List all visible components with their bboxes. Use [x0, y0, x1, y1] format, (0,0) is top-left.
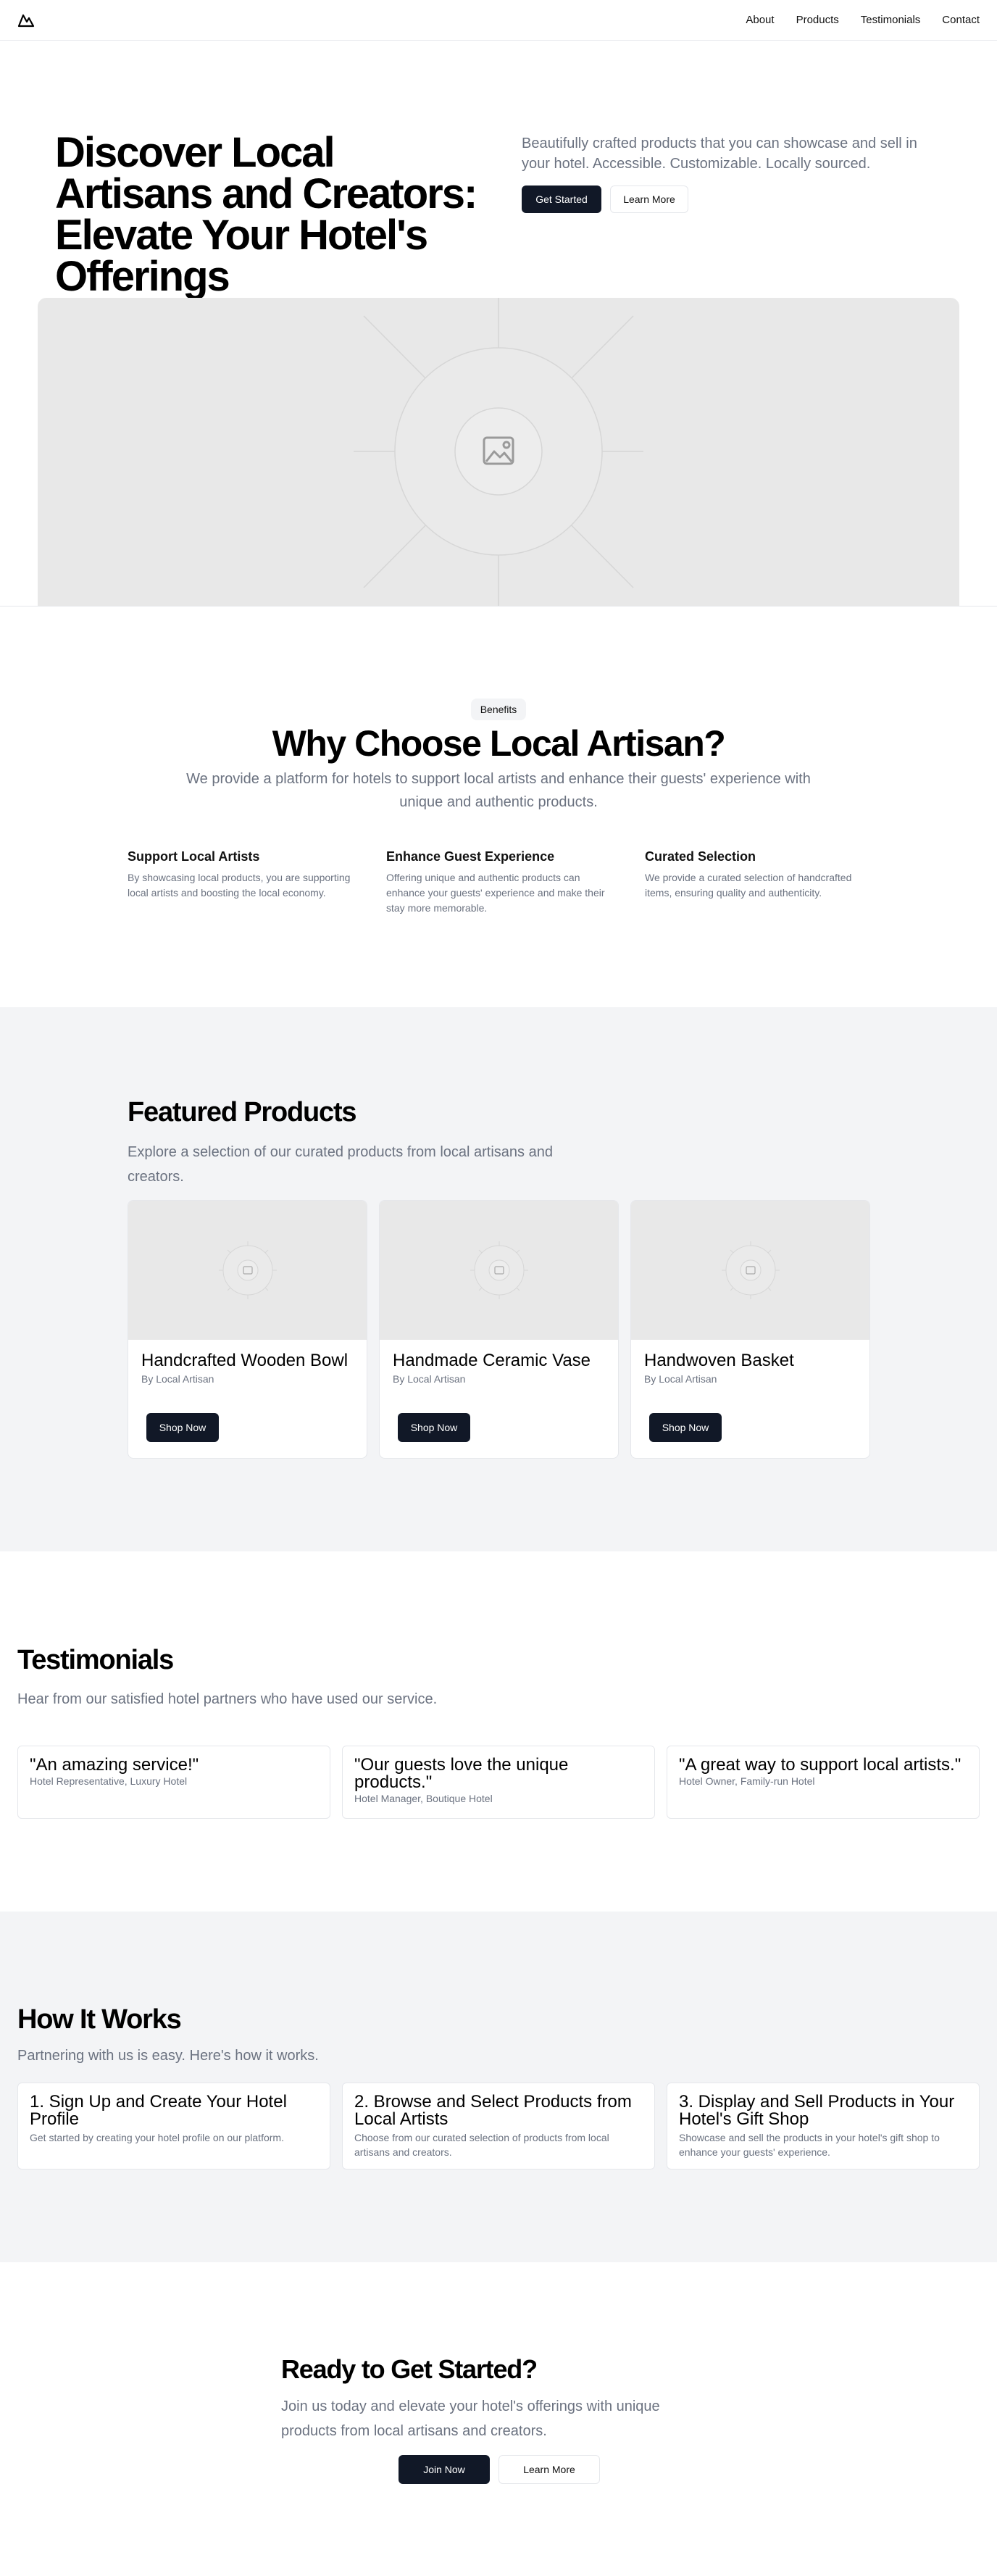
- step-text: Choose from our curated selection of pro…: [354, 2132, 609, 2158]
- product-name: Handwoven Basket: [644, 1351, 794, 1370]
- cta-buttons: Join Now Learn More: [399, 2455, 600, 2484]
- testimonial-quote: "A great way to support local artists.": [679, 1755, 961, 1775]
- product-name: Handmade Ceramic Vase: [393, 1351, 591, 1370]
- benefits-title: Why Choose Local Artisan?: [272, 723, 726, 764]
- testimonial-card: "A great way to support local artists." …: [667, 1746, 980, 1819]
- shop-now-button[interactable]: Shop Now: [398, 1413, 470, 1442]
- step-title: 2. Browse and Select Products from Local…: [354, 2092, 632, 2129]
- benefits-list: Support Local Artists By showcasing loca…: [128, 849, 869, 916]
- cta-learn-more-button[interactable]: Learn More: [498, 2455, 600, 2484]
- hero-image-placeholder: [38, 298, 959, 606]
- featured-subtitle: Explore a selection of our curated produ…: [128, 1144, 553, 1185]
- testimonials-subtitle: Hear from our satisfied hotel partners w…: [17, 1691, 438, 1707]
- product-list: Handcrafted Wooden Bowl By Local Artisan…: [128, 1200, 870, 1459]
- how-title: How It Works: [17, 2004, 182, 2035]
- step-text: Showcase and sell the products in your h…: [679, 2132, 940, 2158]
- benefits-badge: Benefits: [471, 699, 526, 720]
- testimonial-author: Hotel Owner, Family-run Hotel: [679, 1775, 815, 1787]
- how-subtitle: Partnering with us is easy. Here's how i…: [17, 2048, 319, 2064]
- product-image-placeholder: [380, 1201, 618, 1340]
- testimonials-title: Testimonials: [17, 1645, 174, 1675]
- testimonial-card: "An amazing service!" Hotel Representati…: [17, 1746, 330, 1819]
- step-card: 1. Sign Up and Create Your Hotel Profile…: [17, 2083, 330, 2169]
- benefit-title: Support Local Artists: [128, 849, 260, 864]
- testimonial-quote: "An amazing service!": [30, 1755, 199, 1775]
- get-started-button[interactable]: Get Started: [522, 186, 601, 213]
- benefit-text: By showcasing local products, you are su…: [128, 872, 351, 899]
- benefit-text: We provide a curated selection of handcr…: [645, 872, 852, 899]
- how-it-works-section: How It Works Partnering with us is easy.…: [0, 1912, 997, 2262]
- testimonial-quote: "Our guests love the unique products.": [354, 1755, 569, 1792]
- hero-title: Discover Local Artisans and Creators: El…: [55, 129, 477, 300]
- benefit-text: Offering unique and authentic products c…: [386, 872, 605, 914]
- step-card: 2. Browse and Select Products from Local…: [342, 2083, 655, 2169]
- cta-section: Ready to Get Started? Join us today and …: [0, 2262, 997, 2576]
- hero-buttons: Get Started Learn More: [522, 186, 688, 213]
- testimonials-section: Testimonials Hear from our satisfied hot…: [0, 1551, 997, 1912]
- image-placeholder-icon: [354, 298, 643, 606]
- shop-now-button[interactable]: Shop Now: [649, 1413, 722, 1442]
- benefit-item: Enhance Guest Experience Offering unique…: [386, 849, 610, 916]
- product-name: Handcrafted Wooden Bowl: [141, 1351, 349, 1370]
- product-artisan: By Local Artisan: [393, 1373, 466, 1385]
- hero-subtitle: Beautifully crafted products that you ca…: [522, 136, 917, 172]
- nav-link-products[interactable]: Products: [796, 14, 839, 26]
- step-title: 1. Sign Up and Create Your Hotel Profile: [30, 2092, 287, 2129]
- page: About Products Testimonials Contact Disc…: [0, 0, 997, 2576]
- learn-more-button[interactable]: Learn More: [610, 186, 688, 213]
- benefit-title: Curated Selection: [645, 849, 756, 864]
- nav-link-contact[interactable]: Contact: [942, 14, 980, 26]
- mountain-logo-icon: [17, 14, 35, 27]
- featured-title: Featured Products: [128, 1097, 357, 1127]
- product-card: Handcrafted Wooden Bowl By Local Artisan…: [128, 1200, 367, 1459]
- nav-links: About Products Testimonials Contact: [746, 14, 980, 26]
- benefits-subtitle: We provide a platform for hotels to supp…: [186, 771, 811, 810]
- featured-products-section: Featured Products Explore a selection of…: [0, 1007, 997, 1551]
- image-placeholder-icon: [722, 1241, 780, 1299]
- product-card: Handmade Ceramic Vase By Local Artisan S…: [379, 1200, 619, 1459]
- step-text: Get started by creating your hotel profi…: [30, 2132, 284, 2143]
- nav-link-testimonials[interactable]: Testimonials: [861, 14, 921, 26]
- product-artisan: By Local Artisan: [141, 1373, 214, 1385]
- testimonial-list: "An amazing service!" Hotel Representati…: [17, 1746, 980, 1819]
- product-image-placeholder: [631, 1201, 869, 1340]
- product-image-placeholder: [128, 1201, 367, 1340]
- step-card: 3. Display and Sell Products in Your Hot…: [667, 2083, 980, 2169]
- product-card: Handwoven Basket By Local Artisan Shop N…: [630, 1200, 870, 1459]
- benefit-item: Curated Selection We provide a curated s…: [645, 849, 869, 916]
- product-artisan: By Local Artisan: [644, 1373, 717, 1385]
- cta-title: Ready to Get Started?: [281, 2354, 538, 2384]
- testimonial-author: Hotel Manager, Boutique Hotel: [354, 1793, 493, 1804]
- steps-list: 1. Sign Up and Create Your Hotel Profile…: [17, 2083, 980, 2169]
- hero-section: Discover Local Artisans and Creators: El…: [0, 41, 997, 299]
- nav-link-about[interactable]: About: [746, 14, 774, 26]
- cta-subtitle: Join us today and elevate your hotel's o…: [281, 2398, 660, 2439]
- benefits-section: Benefits Why Choose Local Artisan? We pr…: [0, 607, 997, 1007]
- home-logo-link[interactable]: [17, 11, 36, 30]
- image-placeholder-icon: [470, 1241, 528, 1299]
- testimonial-card: "Our guests love the unique products." H…: [342, 1746, 655, 1819]
- step-title: 3. Display and Sell Products in Your Hot…: [679, 2092, 955, 2129]
- top-navigation: About Products Testimonials Contact: [0, 0, 997, 41]
- testimonial-author: Hotel Representative, Luxury Hotel: [30, 1775, 188, 1787]
- benefit-title: Enhance Guest Experience: [386, 849, 555, 864]
- shop-now-button[interactable]: Shop Now: [146, 1413, 219, 1442]
- image-placeholder-icon: [219, 1241, 277, 1299]
- join-now-button[interactable]: Join Now: [399, 2455, 490, 2484]
- benefit-item: Support Local Artists By showcasing loca…: [128, 849, 351, 916]
